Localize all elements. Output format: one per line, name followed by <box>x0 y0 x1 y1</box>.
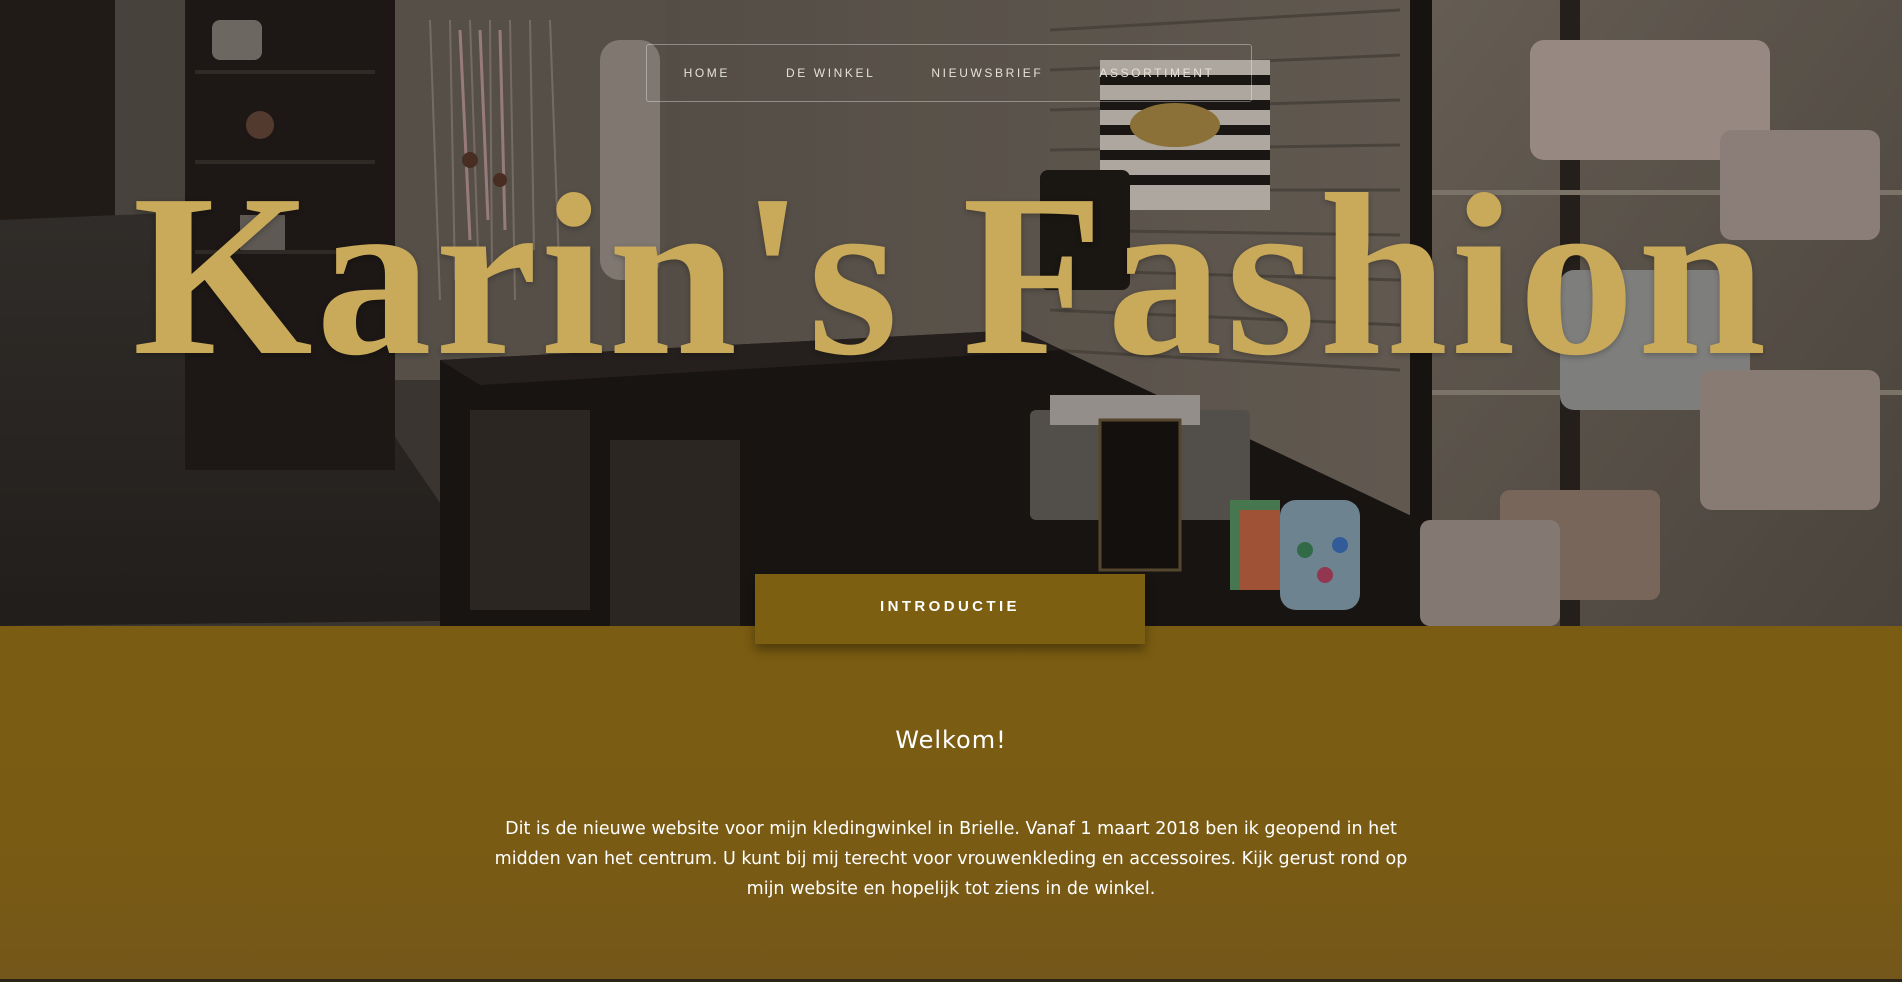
hero-section: HOME DE WINKEL NIEUWSBRIEF ASSORTIMENT K… <box>0 0 1902 626</box>
introductie-tab: INTRODUCTIE <box>755 574 1145 644</box>
intro-paragraph: Dit is de nieuwe website voor mijn kledi… <box>494 819 1408 899</box>
main-navigation: HOME DE WINKEL NIEUWSBRIEF ASSORTIMENT <box>646 44 1252 102</box>
page: HOME DE WINKEL NIEUWSBRIEF ASSORTIMENT K… <box>0 0 1902 982</box>
nav-item-home[interactable]: HOME <box>684 66 730 80</box>
nav-item-nieuwsbrief[interactable]: NIEUWSBRIEF <box>931 66 1043 80</box>
nav-item-de-winkel[interactable]: DE WINKEL <box>786 66 875 80</box>
welcome-heading: Welkom! <box>895 726 1007 754</box>
brand-title: Karin's Fashion <box>132 147 1770 404</box>
nav-item-assortiment[interactable]: ASSORTIMENT <box>1099 66 1214 80</box>
introductie-tab-label: INTRODUCTIE <box>880 598 1020 615</box>
intro-section: Welkom! Dit is de nieuwe website voor mi… <box>0 626 1902 982</box>
